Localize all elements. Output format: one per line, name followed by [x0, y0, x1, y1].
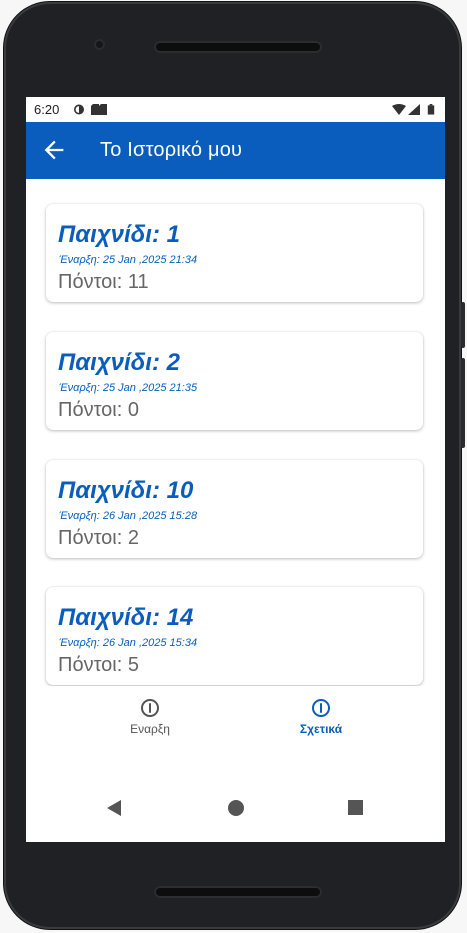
volume-button: [461, 302, 465, 348]
system-back-icon[interactable]: [106, 800, 122, 816]
data-saver-icon: [74, 104, 84, 115]
info-icon: [312, 699, 330, 717]
earpiece-speaker: [154, 41, 322, 53]
nav-item-about[interactable]: Σχετικά: [251, 698, 391, 736]
nav-item-label: Σχετικά: [299, 722, 343, 736]
app-bar: Το Ιστορικό μου: [26, 122, 445, 179]
nav-item-start[interactable]: Εναρξη: [80, 698, 220, 736]
game-start-time: Έναρξη: 25 Jan ,2025 21:34: [59, 254, 198, 266]
phone-frame: 6:20 Το Ιστορικό μου Παιχνίδι: 1 Έναρξη:…: [4, 2, 465, 929]
status-time: 6:20: [34, 102, 60, 117]
info-icon: [141, 699, 159, 717]
nav-item-label: Εναρξη: [130, 722, 170, 736]
game-card[interactable]: Παιχνίδι: 1 Έναρξη: 25 Jan ,2025 21:34 Π…: [46, 204, 423, 302]
game-points: Πόντοι: 5: [58, 654, 139, 676]
back-arrow-icon[interactable]: [40, 136, 68, 164]
game-title: Παιχνίδι: 10: [58, 477, 194, 504]
game-start-time: Έναρξη: 26 Jan ,2025 15:28: [59, 510, 198, 522]
game-start-time: Έναρξη: 26 Jan ,2025 15:34: [59, 637, 198, 649]
status-bar: 6:20: [26, 97, 445, 122]
bottom-navigation: Εναρξη Σχετικά: [26, 686, 445, 766]
game-start-time: Έναρξη: 25 Jan ,2025 21:35: [59, 382, 198, 394]
game-points: Πόντοι: 2: [58, 527, 139, 549]
game-title: Παιχνίδι: 14: [58, 604, 194, 631]
signal-icon: [408, 104, 420, 115]
system-recents-icon[interactable]: [348, 800, 363, 815]
history-list[interactable]: Παιχνίδι: 1 Έναρξη: 25 Jan ,2025 21:34 Π…: [26, 179, 445, 686]
game-card[interactable]: Παιχνίδι: 2 Έναρξη: 25 Jan ,2025 21:35 Π…: [46, 332, 423, 430]
game-title: Παιχνίδι: 2: [58, 349, 180, 376]
game-points: Πόντοι: 11: [58, 271, 149, 293]
page-title: Το Ιστορικό μου: [100, 139, 243, 161]
front-camera: [94, 39, 105, 50]
sim-card-icon: [99, 104, 107, 115]
game-title: Παιχνίδι: 1: [58, 221, 180, 248]
game-card[interactable]: Παιχνίδι: 14 Έναρξη: 26 Jan ,2025 15:34 …: [46, 587, 423, 685]
system-home-icon[interactable]: [228, 800, 244, 816]
wifi-icon: [392, 104, 406, 115]
screen: 6:20 Το Ιστορικό μου Παιχνίδι: 1 Έναρξη:…: [26, 97, 445, 842]
system-navigation-bar: [26, 787, 445, 842]
battery-icon: [427, 104, 435, 115]
game-points: Πόντοι: 0: [58, 399, 139, 421]
power-button: [461, 358, 465, 448]
game-card[interactable]: Παιχνίδι: 10 Έναρξη: 26 Jan ,2025 15:28 …: [46, 460, 423, 558]
bottom-speaker: [154, 886, 322, 898]
